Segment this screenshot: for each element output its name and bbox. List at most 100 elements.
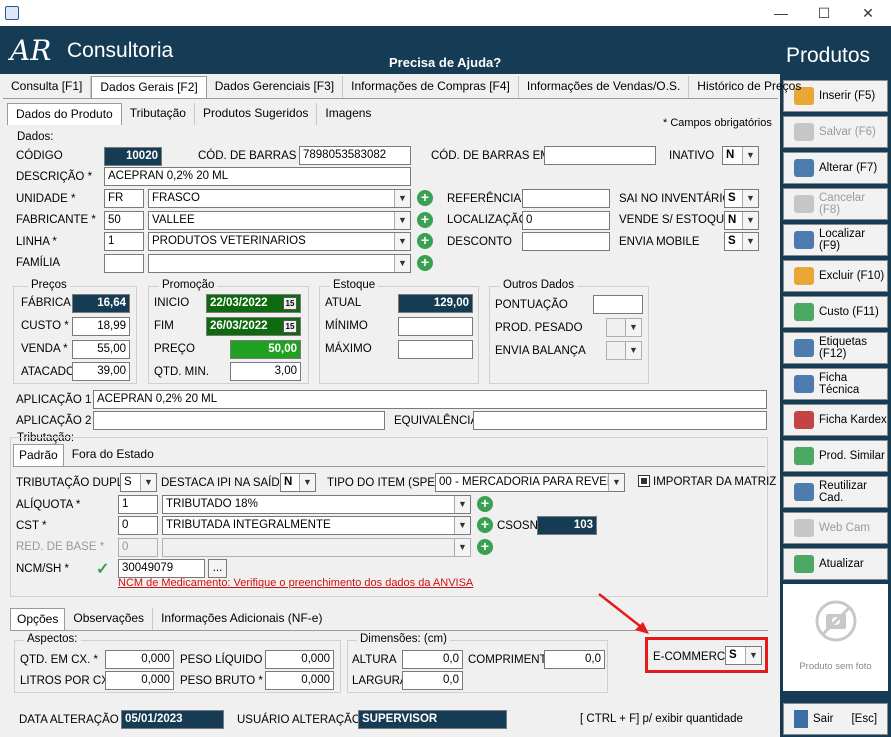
exit-button[interactable]: Sair [Esc] [783, 703, 888, 735]
codigo-field[interactable]: 10020 [104, 147, 162, 166]
tipo-item-select[interactable]: 00 - MERCADORIA PARA REVENDA ▼ [435, 473, 625, 492]
unidade-code[interactable]: FR [104, 189, 144, 208]
aplicacao1-field[interactable]: ACEPRAN 0,2% 20 ML [93, 390, 767, 409]
aliquota-select[interactable]: TRIBUTADO 18% ▼ [162, 495, 471, 514]
minimize-button[interactable]: — [771, 4, 791, 22]
cod-barras-field[interactable]: 7898053583082 [299, 146, 411, 165]
tab-vendas[interactable]: Informações de Vendas/O.S. [519, 76, 690, 98]
prod-pesado-select[interactable]: ▼ [606, 318, 642, 337]
side-button-delete[interactable]: Excluir (F10) [783, 260, 888, 292]
tab-observacoes[interactable]: Observações [65, 608, 154, 630]
add-aliquota-icon[interactable]: + [477, 496, 493, 512]
linha-select[interactable]: PRODUTOS VETERINARIOS ▼ [148, 232, 411, 251]
close-button[interactable]: ✕ [858, 4, 878, 22]
ncm-warning-link[interactable]: NCM de Medicamento: Verifique o preenchi… [118, 577, 473, 589]
fabricante-code[interactable]: 50 [104, 211, 144, 230]
red-base-select[interactable]: ▼ [162, 538, 471, 557]
add-unidade-icon[interactable]: + [417, 190, 433, 206]
tab-padrao[interactable]: Padrão [13, 444, 64, 466]
tab-tributacao[interactable]: Tributação [122, 103, 195, 125]
pontuacao-field[interactable] [593, 295, 643, 314]
ncm-field[interactable]: 30049079 [118, 559, 205, 578]
tab-historico-precos[interactable]: Histórico de Preços [689, 76, 809, 98]
largura-field[interactable]: 0,0 [402, 671, 463, 690]
fabricante-select[interactable]: VALLEE ▼ [148, 211, 411, 230]
side-button-save[interactable]: Salvar (F6) [783, 116, 888, 148]
aliquota-code[interactable]: 1 [118, 495, 158, 514]
familia-code[interactable] [104, 254, 144, 273]
envia-balanca-select[interactable]: ▼ [606, 341, 642, 360]
custo-field[interactable]: 18,99 [72, 317, 130, 336]
qtd-cx-field[interactable]: 0,000 [105, 650, 174, 669]
side-button-refresh[interactable]: Atualizar [783, 548, 888, 580]
sai-inventario-select[interactable]: S ▼ [724, 189, 759, 208]
tab-dados-produto[interactable]: Dados do Produto [7, 103, 122, 125]
altura-field[interactable]: 0,0 [402, 650, 463, 669]
side-button-edit[interactable]: Alterar (F7) [783, 152, 888, 184]
red-base-code[interactable]: 0 [118, 538, 158, 557]
side-button-webcam[interactable]: Web Cam [783, 512, 888, 544]
vende-estoque-select[interactable]: N ▼ [724, 211, 759, 230]
add-fabricante-icon[interactable]: + [417, 212, 433, 228]
inicio-date[interactable]: 22/03/2022 15 [206, 294, 301, 313]
linha-code[interactable]: 1 [104, 232, 144, 251]
side-button-label: Custo (F11) [819, 306, 879, 318]
side-button-datasheet[interactable]: Ficha Técnica [783, 368, 888, 400]
side-button-search[interactable]: Localizar (F9) [783, 224, 888, 256]
tab-dados-gerenciais[interactable]: Dados Gerenciais [F3] [207, 76, 344, 98]
peso-liquido-field[interactable]: 0,000 [265, 650, 334, 669]
tab-consulta[interactable]: Consulta [F1] [3, 76, 92, 98]
tab-compras[interactable]: Informações de Compras [F4] [343, 76, 519, 98]
tab-opcoes[interactable]: Opções [10, 608, 66, 630]
equivalencia-field[interactable] [473, 411, 767, 430]
tab-dados-gerais[interactable]: Dados Gerais [F2] [91, 76, 207, 98]
litros-cx-field[interactable]: 0,000 [105, 671, 174, 690]
unidade-label: UNIDADE * [16, 193, 76, 205]
csosn-field[interactable]: 103 [537, 516, 597, 535]
tributacao-dupla-select[interactable]: S ▼ [120, 473, 157, 492]
peso-bruto-field[interactable]: 0,000 [265, 671, 334, 690]
tab-info-adicionais[interactable]: Informações Adicionais (NF-e) [153, 608, 330, 630]
add-linha-icon[interactable]: + [417, 233, 433, 249]
side-button-money[interactable]: Custo (F11) [783, 296, 888, 328]
cst-code[interactable]: 0 [118, 516, 158, 535]
atual-field[interactable]: 129,00 [398, 294, 473, 313]
fim-date[interactable]: 26/03/2022 15 [206, 317, 301, 336]
comprimento-field[interactable]: 0,0 [544, 650, 605, 669]
aplicacao2-field[interactable] [93, 411, 385, 430]
maximize-button[interactable]: ☐ [814, 4, 834, 22]
side-button-labels[interactable]: Etiquetas (F12) [783, 332, 888, 364]
ecommerce-select[interactable]: S ▼ [725, 646, 762, 665]
side-button-kardex[interactable]: Ficha Kardex [783, 404, 888, 436]
tab-imagens[interactable]: Imagens [317, 103, 379, 125]
side-button-cancel[interactable]: Cancelar (F8) [783, 188, 888, 220]
cod-barras-emb-field[interactable] [544, 146, 656, 165]
tab-fora-estado[interactable]: Fora do Estado [64, 444, 162, 466]
side-button-cart[interactable]: Prod. Similar [783, 440, 888, 472]
maximo-field[interactable] [398, 340, 473, 359]
localizacao-field[interactable]: 0 [522, 211, 610, 230]
add-red-base-icon[interactable]: + [477, 539, 493, 555]
destaca-ipi-select[interactable]: N ▼ [280, 473, 316, 492]
add-familia-icon[interactable]: + [417, 255, 433, 271]
add-cst-icon[interactable]: + [477, 517, 493, 533]
envia-mobile-select[interactable]: S ▼ [724, 232, 759, 251]
preco-promo-field[interactable]: 50,00 [230, 340, 301, 359]
qtd-min-field[interactable]: 3,00 [230, 362, 301, 381]
unidade-select[interactable]: FRASCO ▼ [148, 189, 411, 208]
minimo-field[interactable] [398, 317, 473, 336]
tab-produtos-sugeridos[interactable]: Produtos Sugeridos [195, 103, 318, 125]
venda-field[interactable]: 55,00 [72, 340, 130, 359]
ncm-search-button[interactable]: ... [208, 559, 227, 578]
fabrica-field[interactable]: 16,64 [72, 294, 130, 313]
importar-matriz-checkbox[interactable] [638, 475, 650, 487]
atacado-field[interactable]: 39,00 [72, 362, 130, 381]
descricao-field[interactable]: ACEPRAN 0,2% 20 ML [104, 167, 411, 186]
desconto-field[interactable] [522, 232, 610, 251]
inativo-select[interactable]: N ▼ [722, 146, 759, 165]
referencia-field[interactable] [522, 189, 610, 208]
familia-select[interactable]: ▼ [148, 254, 411, 273]
cst-select[interactable]: TRIBUTADA INTEGRALMENTE ▼ [162, 516, 471, 535]
help-link[interactable]: Precisa de Ajuda? [389, 55, 501, 70]
side-button-reuse[interactable]: Reutilizar Cad. [783, 476, 888, 508]
